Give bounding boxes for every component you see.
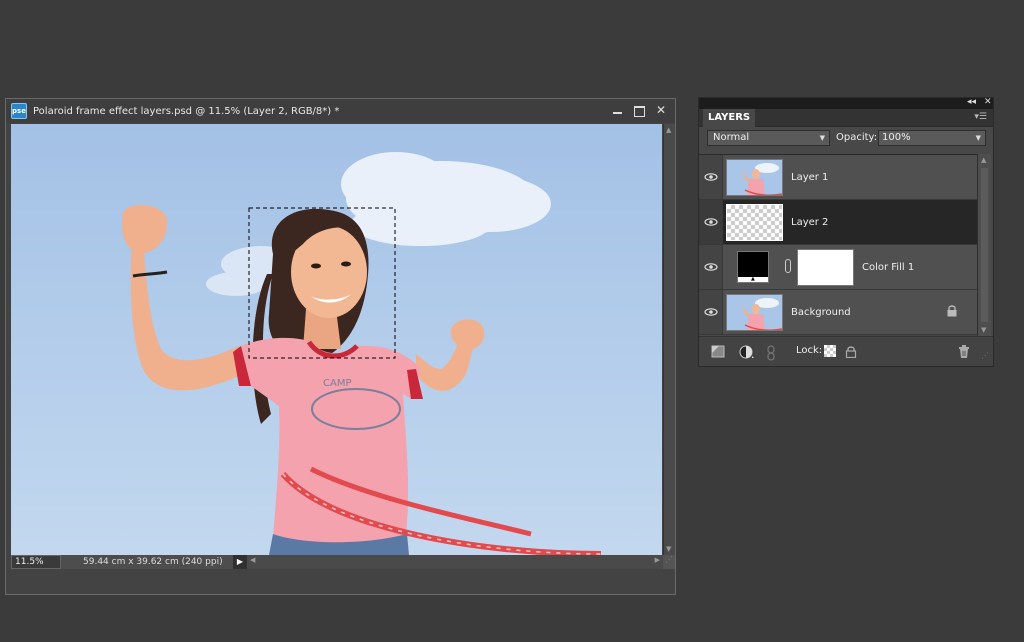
- layer-name[interactable]: Color Fill 1: [862, 262, 914, 273]
- link-chain-icon[interactable]: [785, 259, 791, 273]
- layer-name[interactable]: Layer 2: [791, 217, 828, 228]
- eye-icon[interactable]: [699, 290, 723, 334]
- zoom-field[interactable]: 11.5%: [11, 555, 61, 569]
- opacity-value: 100%: [882, 132, 911, 143]
- scroll-down-icon[interactable]: ▼: [981, 326, 986, 334]
- close-icon[interactable]: ✕: [655, 103, 667, 117]
- vertical-scrollbar[interactable]: ▲ ▼: [663, 124, 675, 555]
- layer-name[interactable]: Background: [791, 307, 851, 318]
- layer-thumbnail-transparent: [726, 204, 783, 241]
- lock-transparency-icon[interactable]: [824, 345, 836, 357]
- layer-list: Layer 1 Layer 2 ▲ Color Fill 1 Backgroun…: [699, 154, 977, 336]
- trash-icon[interactable]: [958, 345, 970, 362]
- fill-layer-icon: ▲: [737, 251, 769, 283]
- document-title: Polaroid frame effect layers.psd @ 11.5%…: [33, 105, 340, 117]
- lock-icon: [946, 304, 958, 320]
- panel-resize-grip-icon[interactable]: ⋰: [981, 351, 989, 360]
- layer-row-layer-2[interactable]: Layer 2: [699, 200, 977, 245]
- horizontal-scrollbar[interactable]: ◀ ▶: [247, 555, 663, 569]
- document-window: pse Polaroid frame effect layers.psd @ 1…: [5, 98, 676, 595]
- layer-mask-thumbnail: [797, 249, 854, 286]
- layer-row-background[interactable]: Background: [699, 290, 977, 335]
- eye-icon[interactable]: [699, 245, 723, 289]
- lock-label: Lock:: [796, 345, 823, 356]
- dropdown-arrow-icon: ▼: [819, 134, 825, 142]
- opacity-field[interactable]: 100% ▼: [878, 130, 986, 146]
- layer-list-scrollbar[interactable]: ▲ ▼: [977, 154, 991, 336]
- resize-grip-icon[interactable]: ⋰: [663, 555, 675, 569]
- lock-all-icon[interactable]: [845, 345, 857, 361]
- minimize-icon[interactable]: [611, 103, 623, 117]
- scroll-up-icon[interactable]: ▲: [981, 156, 986, 164]
- tab-layers[interactable]: LAYERS: [703, 109, 756, 127]
- scroll-left-icon[interactable]: ◀: [250, 556, 255, 564]
- layers-panel: ◂◂ ✕ LAYERS ▾☰ Normal ▼ Opacity: 100% ▼ …: [698, 97, 994, 367]
- layers-footer: Lock: ⋰: [699, 336, 993, 366]
- scroll-right-icon[interactable]: ▶: [655, 556, 660, 564]
- layer-row-layer-1[interactable]: Layer 1: [699, 155, 977, 200]
- panel-menu-icon[interactable]: ▾☰: [974, 112, 987, 122]
- scroll-down-icon[interactable]: ▼: [666, 545, 671, 553]
- blend-mode-select[interactable]: Normal ▼: [707, 130, 830, 146]
- eye-icon[interactable]: [699, 200, 723, 244]
- document-size: 59.44 cm x 39.62 cm (240 ppi): [61, 555, 233, 569]
- panel-close-icon[interactable]: ✕: [984, 97, 992, 107]
- adjustment-layer-icon[interactable]: [739, 345, 755, 362]
- layer-row-color-fill-1[interactable]: ▲ Color Fill 1: [699, 245, 977, 290]
- app-icon: pse: [11, 103, 27, 119]
- layer-thumbnail: [726, 294, 783, 331]
- new-layer-icon[interactable]: [711, 345, 725, 361]
- photo: CAMP: [11, 124, 662, 555]
- collapse-panel-icon[interactable]: ◂◂: [967, 97, 976, 107]
- status-bar: 11.5% 59.44 cm x 39.62 cm (240 ppi) ▶ ◀ …: [11, 555, 675, 569]
- status-menu-arrow-icon[interactable]: ▶: [233, 555, 247, 569]
- scroll-up-icon[interactable]: ▲: [666, 126, 671, 134]
- opacity-label: Opacity:: [836, 132, 878, 143]
- eye-icon[interactable]: [699, 155, 723, 199]
- document-titlebar[interactable]: pse Polaroid frame effect layers.psd @ 1…: [6, 99, 675, 123]
- svg-text:CAMP: CAMP: [323, 378, 351, 389]
- layer-name[interactable]: Layer 1: [791, 172, 828, 183]
- dropdown-arrow-icon: ▼: [975, 134, 981, 142]
- maximize-icon[interactable]: [633, 103, 645, 117]
- layer-thumbnail: [726, 159, 783, 196]
- blend-mode-value: Normal: [713, 132, 750, 143]
- image-canvas[interactable]: CAMP: [11, 124, 662, 555]
- panel-topbar[interactable]: ◂◂ ✕: [699, 97, 993, 109]
- link-layers-icon[interactable]: [767, 345, 775, 364]
